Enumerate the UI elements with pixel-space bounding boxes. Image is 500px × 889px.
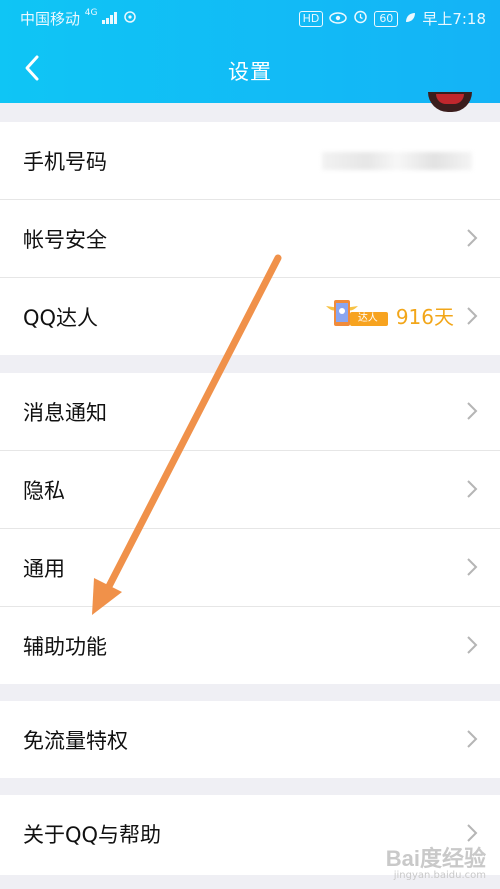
network-type: 4G [84,8,98,18]
list-item-phone-number[interactable]: 手机号码 [0,122,500,200]
settings-group-general: 消息通知 隐私 通用 辅助功能 [0,373,500,684]
chevron-right-icon [467,636,478,654]
talent-days: 916天 [395,304,454,329]
page-title: 设置 [228,60,272,84]
chevron-right-icon [467,402,478,420]
watermark-url: jingyan.baidu.com [393,870,486,881]
list-item-label: 免流量特权 [23,728,128,753]
list-item-qq-talent[interactable]: QQ达人 达人 916天 [0,278,500,355]
list-item-notifications[interactable]: 消息通知 [0,373,500,451]
signal-icon [102,10,123,28]
settings-group-data-free: 免流量特权 [0,701,500,778]
alarm-icon [353,9,368,28]
talent-badge-icon: 达人 [324,298,390,332]
chevron-right-icon [467,824,478,842]
chevron-right-icon [467,307,478,325]
watermark-logo: Bai度经验 [385,846,486,871]
chevron-right-icon [467,558,478,576]
list-item-label: QQ达人 [23,305,99,330]
hotspot-icon [123,10,137,28]
baidu-jingyan-watermark: Bai度经验 jingyan.baidu.com [385,846,486,882]
talent-info: 达人 916天 [324,298,454,332]
list-item-label: 隐私 [23,478,65,503]
leaf-icon [404,10,416,28]
hd-badge: HD [298,10,324,27]
battery-indicator: 60 [374,10,399,27]
list-item-label: 消息通知 [23,400,107,425]
chevron-right-icon [467,730,478,748]
list-item-label: 辅助功能 [23,634,107,659]
chevron-right-icon [467,480,478,498]
list-item-accessibility[interactable]: 辅助功能 [0,607,500,684]
avatar[interactable] [428,92,472,112]
list-item-account-security[interactable]: 帐号安全 [0,200,500,278]
list-item-label: 通用 [23,556,65,581]
chevron-right-icon [467,229,478,247]
clock-time: 早上7:18 [422,10,486,28]
list-item-label: 关于QQ与帮助 [23,822,162,847]
list-item-label: 帐号安全 [23,227,107,252]
settings-group-account: 手机号码 帐号安全 QQ达人 达人 916天 [0,122,500,355]
eye-icon [329,10,348,28]
status-bar: 中国移动 4G HD 60 早上7:18 [0,0,500,34]
list-item-data-free-privilege[interactable]: 免流量特权 [0,701,500,778]
status-left: 中国移动 4G [20,8,137,29]
app-header: 中国移动 4G HD 60 早上7:18 设置 [0,0,500,103]
list-item-label: 手机号码 [23,149,107,174]
list-item-privacy[interactable]: 隐私 [0,451,500,529]
talent-badge-text: 达人 [357,313,378,324]
phone-number-value [322,152,472,170]
carrier-name: 中国移动 [20,10,81,28]
status-right: HD 60 早上7:18 [298,8,486,29]
list-item-general[interactable]: 通用 [0,529,500,607]
